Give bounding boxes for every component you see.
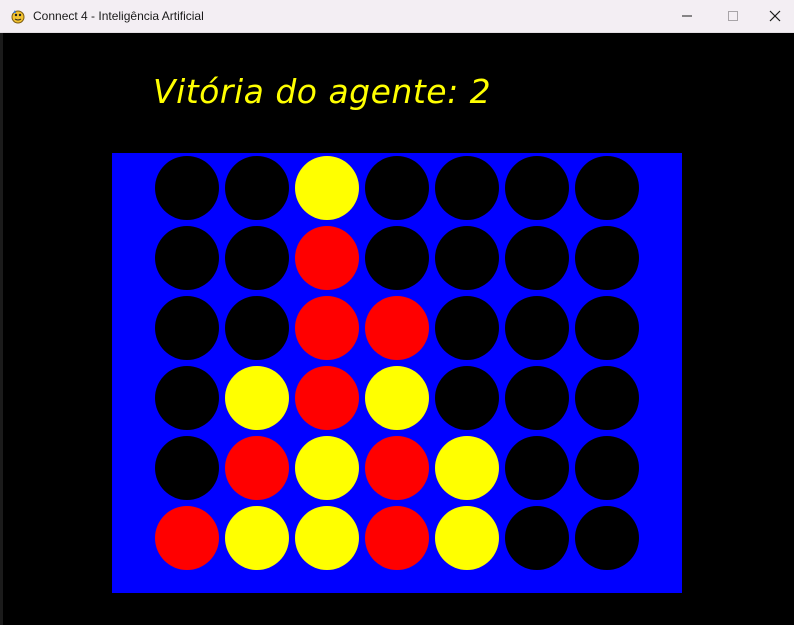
board-cell-r3-c1-empty[interactable]: [155, 296, 219, 360]
window-title: Connect 4 - Inteligência Artificial: [33, 9, 204, 23]
minimize-icon: [681, 7, 693, 26]
maximize-button[interactable]: [710, 0, 756, 33]
board-cell-r4-c3-red[interactable]: [295, 366, 359, 430]
close-button[interactable]: [756, 0, 794, 33]
board-cell-r2-c6-empty[interactable]: [505, 226, 569, 290]
board-cell-r2-c2-empty[interactable]: [225, 226, 289, 290]
board-cell-r3-c3-red[interactable]: [295, 296, 359, 360]
desktop-edge: [0, 33, 3, 625]
board-cell-r5-c5-yellow[interactable]: [435, 436, 499, 500]
board-cell-r6-c5-yellow[interactable]: [435, 506, 499, 570]
board-cell-r6-c2-yellow[interactable]: [225, 506, 289, 570]
board-cell-r3-c7-empty[interactable]: [575, 296, 639, 360]
game-board[interactable]: [112, 153, 682, 593]
board-cell-r5-c4-red[interactable]: [365, 436, 429, 500]
board-cell-r1-c6-empty[interactable]: [505, 156, 569, 220]
board-cell-r5-c6-empty[interactable]: [505, 436, 569, 500]
title-bar[interactable]: Connect 4 - Inteligência Artificial: [0, 0, 794, 33]
board-cell-r4-c5-empty[interactable]: [435, 366, 499, 430]
game-window: Connect 4 - Inteligência Artificial Vitó…: [0, 0, 794, 625]
board-cell-r1-c2-empty[interactable]: [225, 156, 289, 220]
board-cell-r5-c1-empty[interactable]: [155, 436, 219, 500]
pygame-snake-icon: [10, 8, 26, 24]
board-cell-r3-c5-empty[interactable]: [435, 296, 499, 360]
board-cell-r2-c4-empty[interactable]: [365, 226, 429, 290]
board-cell-r4-c4-yellow[interactable]: [365, 366, 429, 430]
board-cell-r4-c2-yellow[interactable]: [225, 366, 289, 430]
close-icon: [769, 7, 781, 26]
board-cell-r2-c5-empty[interactable]: [435, 226, 499, 290]
board-cell-r6-c1-red[interactable]: [155, 506, 219, 570]
board-cell-r3-c2-empty[interactable]: [225, 296, 289, 360]
board-cell-r1-c7-empty[interactable]: [575, 156, 639, 220]
board-cell-r6-c6-empty[interactable]: [505, 506, 569, 570]
board-cell-r1-c4-empty[interactable]: [365, 156, 429, 220]
minimize-button[interactable]: [664, 0, 710, 33]
win-status-text: Vitória do agente: 2: [153, 72, 492, 111]
board-cell-r6-c7-empty[interactable]: [575, 506, 639, 570]
board-cell-r6-c4-red[interactable]: [365, 506, 429, 570]
board-cell-r2-c7-empty[interactable]: [575, 226, 639, 290]
board-cell-r4-c1-empty[interactable]: [155, 366, 219, 430]
board-cell-r6-c3-yellow[interactable]: [295, 506, 359, 570]
board-cell-r4-c7-empty[interactable]: [575, 366, 639, 430]
board-cell-r3-c4-red[interactable]: [365, 296, 429, 360]
board-cell-r3-c6-empty[interactable]: [505, 296, 569, 360]
board-cell-r5-c7-empty[interactable]: [575, 436, 639, 500]
board-cell-r4-c6-empty[interactable]: [505, 366, 569, 430]
board-cell-r5-c3-yellow[interactable]: [295, 436, 359, 500]
maximize-icon: [727, 7, 739, 26]
board-cell-r1-c5-empty[interactable]: [435, 156, 499, 220]
board-cell-r2-c3-red[interactable]: [295, 226, 359, 290]
board-cell-r5-c2-red[interactable]: [225, 436, 289, 500]
board-cell-r1-c3-yellow[interactable]: [295, 156, 359, 220]
board-cell-r2-c1-empty[interactable]: [155, 226, 219, 290]
board-cell-r1-c1-empty[interactable]: [155, 156, 219, 220]
